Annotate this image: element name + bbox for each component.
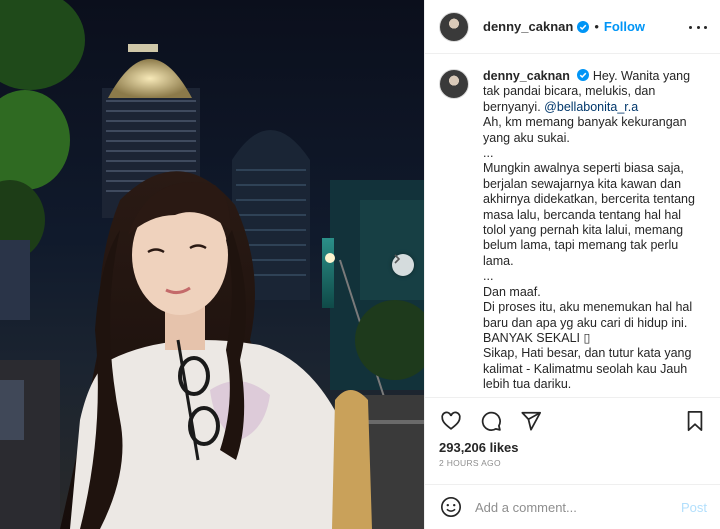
caption-text: denny_caknan Hey. Wanita yang tak pandai… <box>483 69 707 393</box>
verified-badge-icon <box>577 20 590 33</box>
more-options-icon[interactable] <box>689 19 707 35</box>
header-username[interactable]: denny_caknan <box>483 19 573 34</box>
caption-mention[interactable]: @bellabonita_r.a <box>544 100 638 114</box>
verified-badge-icon <box>577 69 590 81</box>
caption-avatar[interactable] <box>439 69 469 99</box>
caption-body: Ah, km memang banyak kekurangan yang aku… <box>483 115 695 392</box>
caption-row: denny_caknan Hey. Wanita yang tak pandai… <box>439 69 707 393</box>
comment-bar: Post <box>425 484 720 529</box>
comment-input[interactable] <box>475 499 675 515</box>
post-photo[interactable] <box>0 0 424 529</box>
caption-section: denny_caknan Hey. Wanita yang tak pandai… <box>425 55 720 397</box>
heart-icon[interactable] <box>439 409 463 433</box>
action-bar <box>425 397 720 443</box>
likes-count[interactable]: 293,206 likes <box>439 440 519 455</box>
post-side-panel: denny_caknan • Follow denny_caknan Hey. … <box>424 0 720 529</box>
caption-username[interactable]: denny_caknan <box>483 69 570 83</box>
comment-icon[interactable] <box>479 409 503 433</box>
bookmark-icon[interactable] <box>683 409 707 433</box>
avatar[interactable] <box>439 11 469 42</box>
share-icon[interactable] <box>519 409 543 433</box>
emoji-icon[interactable] <box>439 495 463 519</box>
post-comment-button[interactable]: Post <box>681 500 707 515</box>
post-header: denny_caknan • Follow <box>425 0 720 54</box>
follow-button[interactable]: Follow <box>604 19 645 34</box>
post-timestamp[interactable]: 2 HOURS AGO <box>439 458 501 468</box>
next-photo-button[interactable] <box>392 254 414 276</box>
photo-illustration <box>0 0 424 529</box>
chevron-right-icon <box>394 254 401 264</box>
header-separator: • <box>594 19 599 34</box>
